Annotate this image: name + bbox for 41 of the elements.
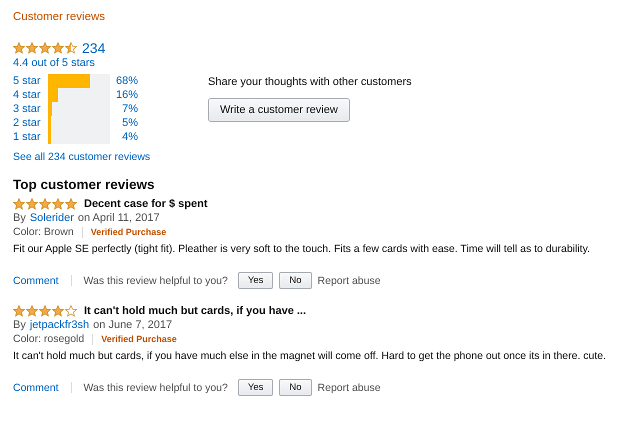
author-link[interactable]: jetpackfr3sh <box>30 319 90 331</box>
percent-link[interactable]: 5% <box>110 117 138 129</box>
percent-link[interactable]: 16% <box>110 89 138 101</box>
percent-link[interactable]: 7% <box>110 103 138 115</box>
review-date: on June 7, 2017 <box>93 319 172 331</box>
star-level-link[interactable]: 2 star <box>13 117 48 129</box>
see-all-reviews-link[interactable]: See all 234 customer reviews <box>13 151 627 163</box>
by-label: By <box>13 319 26 331</box>
review-title[interactable]: Decent case for $ spent <box>84 198 208 210</box>
review-text: It can't hold much but cards, if you have much else in the magnet will come off. Hard to get the phone out once its in there. cute. <box>13 350 608 362</box>
report-abuse-link[interactable]: Report abuse <box>318 382 381 394</box>
review-text: Fit our Apple SE perfectly (tight fit). Pleather is very soft to the touch. Fits a few cards with ease. Time will tell as to durability. <box>13 243 591 255</box>
percent-link[interactable]: 4% <box>110 131 138 143</box>
review-title[interactable]: It can't hold much but cards, if you have ... <box>84 305 306 317</box>
helpful-question: Was this review helpful to you? <box>84 382 228 394</box>
review-date: on April 11, 2017 <box>78 212 160 224</box>
report-abuse-link[interactable]: Report abuse <box>318 274 381 286</box>
star-level-link[interactable]: 5 star <box>13 75 48 87</box>
product-color: Color: Brown <box>13 226 74 238</box>
share-prompt: Share your thoughts with other customers <box>208 76 412 88</box>
star-level-link[interactable]: 4 star <box>13 89 48 101</box>
no-button[interactable]: No <box>279 272 312 289</box>
comment-link[interactable]: Comment <box>13 274 59 286</box>
yes-button[interactable]: Yes <box>238 272 274 289</box>
verified-purchase-label: Verified Purchase <box>90 227 166 237</box>
write-review-button[interactable]: Write a customer review <box>208 98 350 122</box>
star-level-link[interactable]: 1 star <box>13 131 48 143</box>
product-color: Color: rosegold <box>13 333 84 345</box>
yes-button[interactable]: Yes <box>238 379 274 396</box>
comment-link[interactable]: Comment <box>13 382 59 394</box>
helpful-question: Was this review helpful to you? <box>84 274 228 286</box>
section-heading: Customer reviews <box>13 11 106 23</box>
star-level-link[interactable]: 3 star <box>13 103 48 115</box>
average-rating-link[interactable]: 4.4 out of 5 stars <box>13 57 627 69</box>
author-link[interactable]: Solerider <box>30 212 74 224</box>
by-label: By <box>13 212 26 224</box>
no-button[interactable]: No <box>279 379 312 396</box>
review-count-link[interactable]: 234 <box>82 40 106 56</box>
verified-purchase-label: Verified Purchase <box>101 334 177 344</box>
section-heading: Top customer reviews <box>13 177 156 192</box>
percent-link[interactable]: 68% <box>110 75 138 87</box>
